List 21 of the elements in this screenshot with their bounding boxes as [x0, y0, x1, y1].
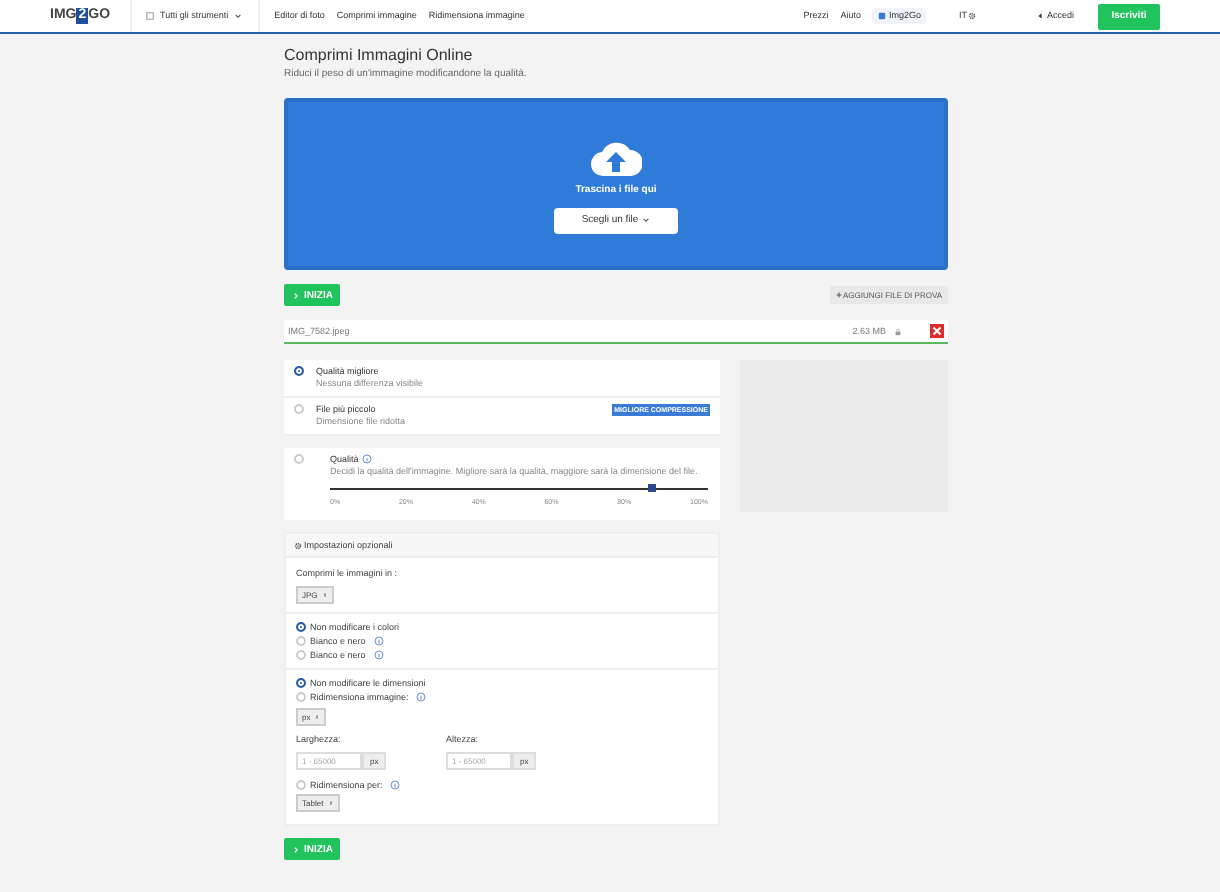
- info-icon[interactable]: [390, 780, 401, 790]
- close-icon[interactable]: [930, 324, 944, 338]
- radio-button[interactable]: [294, 366, 304, 376]
- chevron-down-icon: [234, 12, 243, 20]
- info-icon[interactable]: [373, 636, 384, 646]
- gear-icon: [968, 12, 977, 20]
- chevron-down-icon: [642, 216, 651, 224]
- lock-icon: [894, 327, 902, 335]
- chevron-right-icon: [292, 845, 300, 853]
- grid-icon: [146, 12, 155, 20]
- page-title: Comprimi Immagini Online: [284, 46, 475, 66]
- chevron-right-icon: [292, 291, 300, 299]
- radio-button[interactable]: [296, 622, 306, 632]
- app-icon: [878, 12, 887, 20]
- gear-icon: [294, 541, 302, 549]
- slider-thumb[interactable]: [647, 484, 656, 492]
- plus-icon: [835, 292, 841, 298]
- info-icon[interactable]: [362, 454, 373, 465]
- radio-button[interactable]: [296, 678, 306, 688]
- info-icon[interactable]: [416, 692, 427, 702]
- info-icon[interactable]: [373, 650, 384, 660]
